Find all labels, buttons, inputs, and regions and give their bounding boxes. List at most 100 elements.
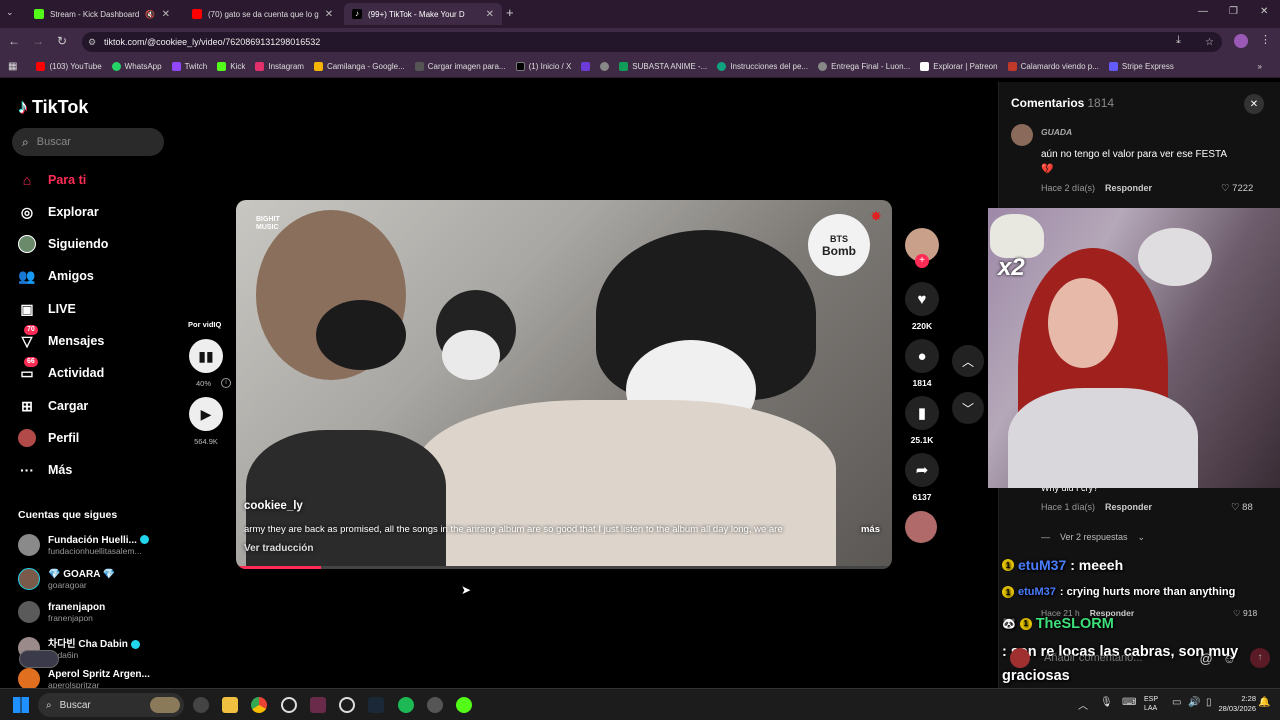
sound-avatar[interactable] [905,511,937,543]
floating-app-icon[interactable] [19,650,59,668]
comment-avatar[interactable] [1011,124,1033,146]
comment-username[interactable]: GUADA [1041,127,1072,137]
bookmark-x[interactable]: (1) Inicio / X [511,62,577,71]
following-account[interactable]: Fundación Huelli... fundacionhuellitasale… [18,534,149,556]
battery-icon[interactable]: ▯ [1206,697,1212,708]
audio-app-icon[interactable] [427,697,443,713]
notification-icon[interactable]: 🔔 [1258,697,1270,708]
site-info-icon[interactable]: ⚙ [88,37,96,48]
gear-app-icon[interactable] [339,697,355,713]
see-more-link[interactable]: más [861,524,880,535]
video-author[interactable]: cookiee_ly [244,500,303,512]
bookmark-subasta[interactable]: SUBASTA ANIME -... [614,62,712,71]
nav-actividad[interactable]: ▭ 66 Actividad [18,357,104,382]
comment-button[interactable]: ● [905,339,939,373]
close-comments-button[interactable]: ✕ [1244,94,1264,114]
add-comment-input[interactable]: Añadir comentario... @ ☺ ↑ [1010,646,1270,670]
nav-mas[interactable]: ··· Más [18,461,72,479]
settings-icon[interactable] [281,697,297,713]
view-replies-button[interactable]: — Ver 2 respuestas ⌄ [1041,532,1145,543]
info-icon[interactable]: i [221,378,231,388]
previous-video-button[interactable]: ︿ [952,345,984,377]
nav-explorar[interactable]: ◎ Explorar [18,203,99,221]
network-icon[interactable]: ▭ [1172,697,1181,708]
download-icon[interactable]: ⤓ [1176,34,1181,47]
translate-link[interactable]: Ver traducción [244,543,313,554]
forward-button[interactable]: → [30,34,46,48]
bookmark-cargar-imagen[interactable]: Cargar imagen para... [410,62,511,71]
bookmark-youtube[interactable]: (103) YouTube [31,62,106,71]
share-button[interactable]: ➦ [905,453,939,487]
video-progress-bar[interactable] [236,566,892,569]
nav-para-ti[interactable]: ⌂ Para ti [18,171,86,189]
follow-plus-icon[interactable]: + [915,254,929,268]
language-indicator[interactable]: ESP LAA [1144,695,1158,713]
save-button[interactable]: ▮ [905,396,939,430]
nav-mensajes[interactable]: ▽ 70 Mensajes [18,325,104,350]
profile-avatar[interactable] [1234,34,1248,48]
app-icon[interactable] [193,697,209,713]
kick-app-icon[interactable] [456,697,472,713]
spotify-icon[interactable] [398,697,414,713]
obs-icon[interactable] [310,697,326,713]
nav-live[interactable]: ▣ LIVE [18,300,75,318]
maximize-window-button[interactable]: ❐ [1229,6,1238,17]
steam-icon[interactable] [368,697,384,713]
comment-like[interactable]: ♡ 7222 [1221,183,1253,194]
bookmark-whatsapp[interactable]: WhatsApp [107,62,167,71]
bookmark-stripe[interactable]: Stripe Express [1104,62,1179,71]
close-tab-icon[interactable]: ✕ [325,9,333,20]
reply-button[interactable]: Responder [1105,502,1152,512]
emoji-icon[interactable]: ☺ [1223,651,1236,666]
browser-menu-icon[interactable]: ⋮ [1260,33,1271,46]
nav-cargar[interactable]: ⊞ Cargar [18,397,88,415]
vidiq-play-button[interactable]: ▶ [189,397,223,431]
tray-overflow-icon[interactable]: ︿ [1078,697,1088,712]
vidiq-stats-button[interactable]: ▮▮ [189,339,223,373]
apps-icon[interactable]: ▦ [0,61,31,72]
bookmark-kick[interactable]: Kick [212,62,250,71]
chrome-icon[interactable] [251,697,267,713]
following-account[interactable]: Aperol Spritz Argen... aperolspritzar [18,668,150,690]
tiktok-logo[interactable]: ♪ TikTok [18,96,88,119]
video-player[interactable]: BIGHIT MUSIC BTS Bomb ✸ cookiee_ly army … [236,200,892,569]
more-bookmarks-icon[interactable]: » [1253,62,1280,71]
bookmark-globe[interactable] [595,62,614,71]
like-button[interactable]: ♥ [905,282,939,316]
nav-amigos[interactable]: 👥 Amigos [18,267,94,285]
file-explorer-icon[interactable] [222,697,238,713]
minimize-window-button[interactable]: — [1198,6,1208,17]
close-window-button[interactable]: ✕ [1260,6,1268,17]
bookmark-entrega[interactable]: Entrega Final - Luon... [813,62,915,71]
new-tab-button[interactable]: + [506,5,514,20]
url-field[interactable]: ⚙ tiktok.com/@cookiee_ly/video/762086913… [82,32,1222,52]
bookmark-camilanga[interactable]: Camilanga - Google... [309,62,410,71]
bookmark-calamardo[interactable]: Calamardo viendo p... [1003,62,1104,71]
reply-button[interactable]: Responder [1105,183,1152,193]
windows-start-icon[interactable] [13,697,29,713]
bookmark-instagram[interactable]: Instagram [250,62,309,71]
following-account[interactable]: 💎 GOARA 💎 goaragoar [18,568,115,590]
close-tab-icon[interactable]: ✕ [162,9,170,20]
tab-kick-dashboard[interactable]: Stream - Kick Dashboard 🔇 ✕ [26,3,178,25]
reload-button[interactable]: ↻ [54,34,70,48]
nav-perfil[interactable]: Perfil [18,429,79,447]
next-video-button[interactable]: ﹀ [952,392,984,424]
search-input[interactable]: ⌕ Buscar [12,128,164,156]
system-clock[interactable]: 2:28 28/03/2026 [1218,694,1256,714]
mention-icon[interactable]: @ [1200,651,1213,666]
taskbar-search[interactable]: ⌕ Buscar [38,693,184,717]
back-button[interactable]: ← [6,34,22,48]
bookmark-twitch[interactable]: Twitch [167,62,213,71]
comment-like[interactable]: ♡ 88 [1231,502,1253,513]
following-account[interactable]: franenjapon franenjapon [18,601,105,623]
nav-siguiendo[interactable]: Siguiendo [18,235,108,253]
mute-icon[interactable]: 🔇 [145,10,155,19]
send-comment-button[interactable]: ↑ [1250,648,1270,668]
bookmark-purple[interactable] [576,62,595,71]
tab-list-button[interactable]: ⌄ [6,7,14,18]
tab-youtube-video[interactable]: (70) gato se da cuenta que lo g ✕ [184,3,340,25]
bookmark-instrucciones[interactable]: Instrucciones del pe... [712,62,813,71]
speaker-icon[interactable]: 🔊 [1188,697,1200,708]
bookmark-patreon[interactable]: Explorar | Patreon [915,62,1002,71]
